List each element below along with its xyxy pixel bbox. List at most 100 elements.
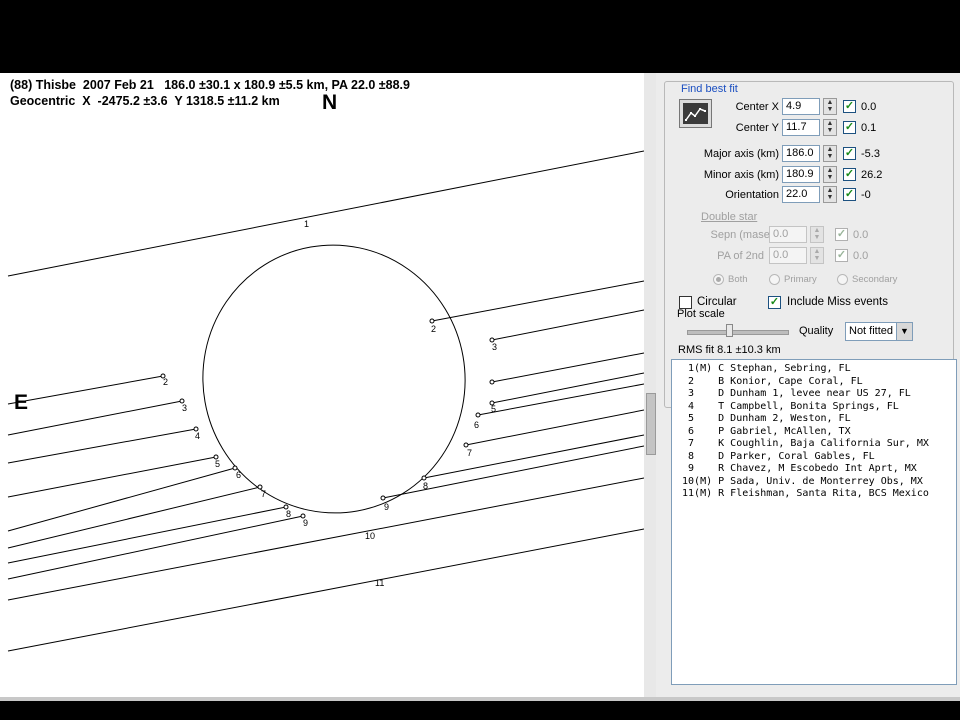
chord-label-9w: 9 <box>303 518 308 528</box>
chord-1 <box>7 150 644 277</box>
orientation-checkbox[interactable]: ✓ <box>843 188 856 201</box>
minor-axis-label: Minor axis (km) <box>703 169 779 181</box>
list-item[interactable]: 1(M) C Stephan, Sebring, FL <box>676 363 956 376</box>
minor-axis-field[interactable]: 180.9 <box>782 166 820 183</box>
circular-label: Circular <box>697 296 737 308</box>
chord-label-7w: 7 <box>261 489 266 499</box>
chord-6-west <box>7 467 236 532</box>
center-y-label: Center Y <box>735 122 779 134</box>
chord-3-east <box>491 309 644 341</box>
chord-label-1: 1 <box>304 219 309 229</box>
pa-2nd-spinner[interactable]: ▲ ▼ <box>810 247 824 264</box>
asteroid-profile-ellipse <box>202 244 466 514</box>
major-axis-spinner[interactable]: ▲ ▼ <box>823 145 837 162</box>
minor-axis-result: 26.2 <box>861 169 883 181</box>
quality-label: Quality <box>799 325 834 337</box>
sepn-checkbox[interactable]: ✓ <box>835 228 848 241</box>
list-item[interactable]: 8 D Parker, Coral Gables, FL <box>676 451 956 464</box>
north-label: N <box>322 91 338 114</box>
minor-axis-checkbox[interactable]: ✓ <box>843 168 856 181</box>
chord-label-3w: 3 <box>182 403 187 413</box>
chord-label-2e: 2 <box>431 324 436 334</box>
center-x-spinner[interactable]: ▲ ▼ <box>823 98 837 115</box>
minor-axis-spinner[interactable]: ▲ ▼ <box>823 166 837 183</box>
list-item[interactable]: 9 R Chavez, M Escobedo Int Aprt, MX <box>676 463 956 476</box>
chord-label-7e: 7 <box>467 448 472 458</box>
plot-scale-track[interactable] <box>687 330 789 335</box>
include-miss-checkbox[interactable]: ✓ <box>768 296 781 309</box>
east-label: E <box>14 391 29 414</box>
list-item[interactable]: 7 K Coughlin, Baja California Sur, MX <box>676 438 956 451</box>
pa-2nd-field[interactable]: 0.0 <box>769 247 807 264</box>
double-star-label: Double star <box>701 211 758 223</box>
major-axis-field[interactable]: 186.0 <box>782 145 820 162</box>
chord-label-5w: 5 <box>215 459 220 469</box>
find-best-fit-title: Find best fit <box>679 83 740 95</box>
chord-11 <box>7 528 644 652</box>
bottom-letterbox-bar <box>0 697 960 720</box>
orientation-result: -0 <box>861 189 871 201</box>
sepn-field[interactable]: 0.0 <box>769 226 807 243</box>
list-item[interactable]: 5 D Dunham 2, Weston, FL <box>676 413 956 426</box>
radio-secondary-label: Secondary <box>852 274 898 285</box>
pa-2nd-result: 0.0 <box>853 250 869 262</box>
plot-drawing: 1 2 2 3 3 4 5 5 6 6 7 7 8 8 9 9 10 11 <box>7 150 644 652</box>
scrollbar-thumb[interactable] <box>646 393 656 455</box>
orientation-field[interactable]: 22.0 <box>782 186 820 203</box>
sepn-spinner[interactable]: ▲ ▼ <box>810 226 824 243</box>
major-axis-result: -5.3 <box>861 148 880 160</box>
center-x-checkbox[interactable]: ✓ <box>843 100 856 113</box>
center-x-field[interactable]: 4.9 <box>782 98 820 115</box>
chord-label-9e: 9 <box>384 502 389 512</box>
center-y-result: 0.1 <box>861 122 877 134</box>
chord-4-west <box>7 428 197 464</box>
pa-2nd-checkbox[interactable]: ✓ <box>835 249 848 262</box>
radio-both-label: Both <box>728 274 748 285</box>
plot-scale-label: Plot scale <box>677 308 725 320</box>
list-item[interactable]: 11(M) R Fleishman, Santa Rita, BCS Mexic… <box>676 488 956 501</box>
major-axis-checkbox[interactable]: ✓ <box>843 147 856 160</box>
plot-scrollbar[interactable] <box>644 73 656 697</box>
radio-primary[interactable] <box>769 274 780 285</box>
chevron-down-icon[interactable]: ▼ <box>896 323 912 340</box>
observer-list[interactable]: 1(M) C Stephan, Sebring, FL 2 B Konior, … <box>671 359 957 685</box>
chord-2-east <box>431 280 644 322</box>
list-item[interactable]: 6 P Gabriel, McAllen, TX <box>676 426 956 439</box>
major-axis-label: Major axis (km) <box>703 148 779 160</box>
center-x-label: Center X <box>735 101 779 113</box>
quality-dropdown[interactable]: Not fitted ▼ <box>845 322 913 341</box>
chord-3-west <box>7 400 183 436</box>
fit-summary-line: (88) Thisbe 2007 Feb 21 186.0 ±30.1 x 18… <box>10 78 410 92</box>
include-miss-label: Include Miss events <box>787 296 888 308</box>
chord-label-11: 11 <box>375 578 384 588</box>
list-item[interactable]: 2 B Konior, Cape Coral, FL <box>676 376 956 389</box>
sepn-result: 0.0 <box>853 229 869 241</box>
plot-scale-thumb[interactable] <box>726 324 733 337</box>
fit-panel: Find best fit Center X 4.9 ▲ ▼ ✓ 0.0 Cent… <box>656 73 960 697</box>
chord-label-6e: 6 <box>474 420 479 430</box>
top-letterbox-bar <box>0 0 960 73</box>
list-item[interactable]: 3 D Dunham 1, levee near US 27, FL <box>676 388 956 401</box>
chord-9-west <box>7 515 304 580</box>
chord-10 <box>7 477 644 601</box>
center-y-field[interactable]: 11.7 <box>782 119 820 136</box>
radio-both[interactable] <box>713 274 724 285</box>
chord-8-east <box>423 434 644 479</box>
chord-5-west <box>7 456 217 498</box>
sepn-label: Sepn (masec) <box>710 229 779 241</box>
radio-secondary[interactable] <box>837 274 848 285</box>
chord-label-10: 10 <box>365 531 375 541</box>
chord-label-3e: 3 <box>492 342 497 352</box>
chord-label-8w: 8 <box>286 509 291 519</box>
center-y-checkbox[interactable]: ✓ <box>843 121 856 134</box>
geocentric-line: Geocentric X -2475.2 ±3.6 Y 1318.5 ±11.2… <box>10 94 280 108</box>
occultation-plot: 1 2 2 3 3 4 5 5 6 6 7 7 8 8 9 9 10 11 (8… <box>0 73 644 697</box>
chord-label-4w: 4 <box>195 431 200 441</box>
orientation-spinner[interactable]: ▲ ▼ <box>823 186 837 203</box>
chord-label-8e: 8 <box>423 481 428 491</box>
list-item[interactable]: 4 T Campbell, Bonita Springs, FL <box>676 401 956 414</box>
rms-fit-label: RMS fit 8.1 ±10.3 km <box>678 344 781 356</box>
list-item[interactable]: 10(M) P Sada, Univ. de Monterrey Obs, MX <box>676 476 956 489</box>
center-y-spinner[interactable]: ▲ ▼ <box>823 119 837 136</box>
orientation-label: Orientation <box>725 189 779 201</box>
